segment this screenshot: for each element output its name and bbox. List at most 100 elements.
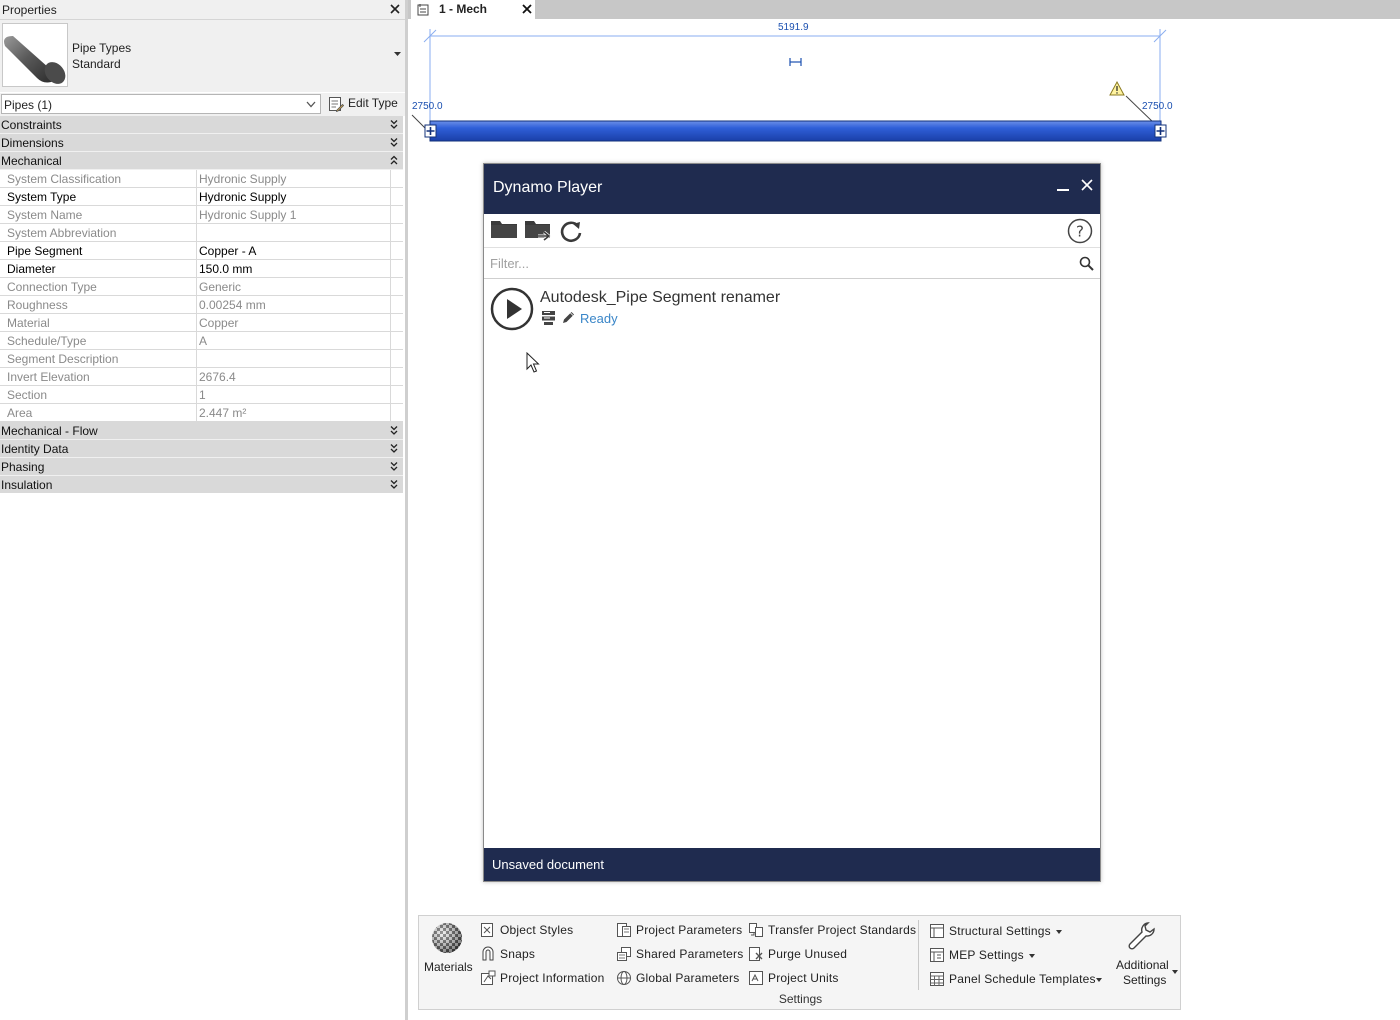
group-label: Insulation bbox=[1, 478, 53, 492]
folder-export-icon[interactable] bbox=[524, 217, 554, 244]
button-label: Project Parameters bbox=[636, 923, 743, 937]
refresh-icon[interactable] bbox=[558, 218, 584, 244]
group-phasing[interactable]: Phasing bbox=[0, 458, 403, 476]
help-icon[interactable]: ? bbox=[1067, 218, 1093, 244]
dimension-drag-handle[interactable] bbox=[789, 58, 802, 66]
additional-settings-label-1: Additional bbox=[1116, 958, 1169, 972]
edit-type-label: Edit Type bbox=[348, 96, 398, 110]
transfer-standards-icon bbox=[748, 922, 764, 938]
instance-filter-select[interactable]: Pipes (1) bbox=[1, 94, 321, 114]
property-name: System Abbreviation bbox=[0, 224, 197, 242]
pipe-end-connector[interactable] bbox=[424, 124, 437, 138]
group-mechanical-flow[interactable]: Mechanical - Flow bbox=[0, 422, 403, 440]
search-icon[interactable] bbox=[1079, 256, 1094, 271]
additional-settings-button[interactable]: Additional Settings bbox=[1114, 918, 1178, 990]
close-icon[interactable] bbox=[522, 4, 532, 14]
materials-label: Materials bbox=[424, 960, 473, 974]
caret-down-icon[interactable] bbox=[393, 51, 402, 57]
property-name: Area bbox=[0, 404, 197, 422]
group-label: Mechanical bbox=[1, 154, 62, 168]
properties-panel: Properties Pipe Types Standard Pipes (1)… bbox=[0, 0, 405, 1020]
mep-settings-icon bbox=[929, 947, 945, 963]
open-folder-icon[interactable] bbox=[490, 219, 518, 239]
structural-settings-icon bbox=[929, 923, 945, 939]
script-status: Ready bbox=[580, 311, 618, 326]
property-value: 2676.4 bbox=[199, 368, 391, 386]
group-constraints[interactable]: Constraints bbox=[0, 116, 403, 134]
property-name: Section bbox=[0, 386, 197, 404]
group-identity-data[interactable]: Identity Data bbox=[0, 440, 403, 458]
group-dimensions[interactable]: Dimensions bbox=[0, 134, 403, 152]
ribbon-panel-title: Settings bbox=[778, 992, 823, 1006]
property-name: Invert Elevation bbox=[0, 368, 197, 386]
properties-title: Properties bbox=[2, 3, 57, 17]
purge-unused-icon bbox=[748, 946, 764, 962]
button-label: Structural Settings bbox=[949, 924, 1051, 938]
filter-input[interactable] bbox=[490, 253, 1060, 273]
property-name: Pipe Segment bbox=[0, 242, 197, 260]
expand-chevron-icon bbox=[390, 443, 398, 454]
ribbon-separator bbox=[918, 920, 919, 990]
type-selector[interactable]: Pipe Types Standard bbox=[0, 20, 405, 92]
properties-titlebar: Properties bbox=[0, 0, 405, 20]
property-name: Segment Description bbox=[0, 350, 197, 368]
property-value[interactable]: Hydronic Supply bbox=[199, 188, 391, 206]
pipe-drawing bbox=[411, 29, 1167, 142]
project-parameters-icon bbox=[616, 922, 632, 938]
button-label: Object Styles bbox=[500, 923, 574, 937]
warning-icon[interactable] bbox=[1109, 80, 1125, 96]
pencil-icon[interactable] bbox=[561, 310, 576, 325]
group-label: Phasing bbox=[1, 460, 45, 474]
script-list-item[interactable]: Autodesk_Pipe Segment renamer Ready bbox=[484, 281, 1100, 337]
close-icon[interactable] bbox=[1080, 178, 1094, 192]
materials-icon bbox=[431, 922, 463, 954]
property-value: Copper bbox=[199, 314, 391, 332]
button-label: Shared Parameters bbox=[636, 947, 744, 961]
caret-down-icon bbox=[1096, 978, 1102, 982]
edit-type-button[interactable]: Edit Type bbox=[324, 94, 404, 114]
dynamo-titlebar[interactable]: Dynamo Player bbox=[484, 164, 1100, 214]
elevation-right-label[interactable]: 2750.0 bbox=[1142, 101, 1173, 112]
button-label: Project Units bbox=[768, 971, 839, 985]
tab-1-mech[interactable]: 1 - Mech bbox=[411, 0, 535, 19]
expand-chevron-icon bbox=[390, 461, 398, 472]
property-name: System Classification bbox=[0, 170, 197, 188]
global-parameters-icon bbox=[616, 970, 632, 986]
property-row: System Classification Hydronic Supply bbox=[0, 170, 403, 188]
pipe-type-thumbnail bbox=[2, 23, 68, 87]
button-label: Global Parameters bbox=[636, 971, 740, 985]
materials-button[interactable]: Materials bbox=[423, 920, 475, 976]
script-inputs-icon[interactable] bbox=[541, 310, 556, 326]
property-value: Hydronic Supply bbox=[199, 170, 391, 188]
group-label: Dimensions bbox=[1, 136, 64, 150]
property-row: Schedule/Type A bbox=[0, 332, 403, 350]
group-insulation[interactable]: Insulation bbox=[0, 476, 403, 494]
project-information-icon bbox=[480, 970, 496, 986]
expand-chevron-icon bbox=[390, 119, 398, 130]
dimension-length-label[interactable]: 5191.9 bbox=[778, 22, 809, 33]
property-value[interactable]: Copper - A bbox=[199, 242, 391, 260]
elevation-left-label[interactable]: 2750.0 bbox=[412, 101, 443, 112]
group-mechanical[interactable]: Mechanical bbox=[0, 152, 403, 170]
button-label: Project Information bbox=[500, 971, 605, 985]
settings-ribbon-panel: Materials Object Styles Snaps Project In… bbox=[418, 915, 1181, 1010]
view-tab-strip: 1 - Mech bbox=[408, 0, 1400, 19]
wrench-icon bbox=[1126, 920, 1156, 952]
button-label: Purge Unused bbox=[768, 947, 848, 961]
play-icon[interactable] bbox=[490, 287, 534, 331]
caret-down-icon bbox=[1056, 930, 1062, 934]
pipe-end-connector[interactable] bbox=[1154, 124, 1167, 138]
properties-empty-area bbox=[0, 493, 405, 1020]
property-value bbox=[199, 224, 391, 242]
property-value: 0.00254 mm bbox=[199, 296, 391, 314]
property-value[interactable]: 150.0 mm bbox=[199, 260, 391, 278]
type-name: Standard bbox=[72, 57, 121, 71]
property-value: 1 bbox=[199, 386, 391, 404]
mouse-cursor-icon bbox=[526, 352, 540, 374]
close-icon[interactable] bbox=[389, 3, 401, 15]
property-name: Roughness bbox=[0, 296, 197, 314]
property-name: Diameter bbox=[0, 260, 197, 278]
minimize-icon[interactable] bbox=[1056, 183, 1070, 193]
button-label: Snaps bbox=[500, 947, 536, 961]
instance-filter-value: Pipes (1) bbox=[4, 98, 53, 112]
